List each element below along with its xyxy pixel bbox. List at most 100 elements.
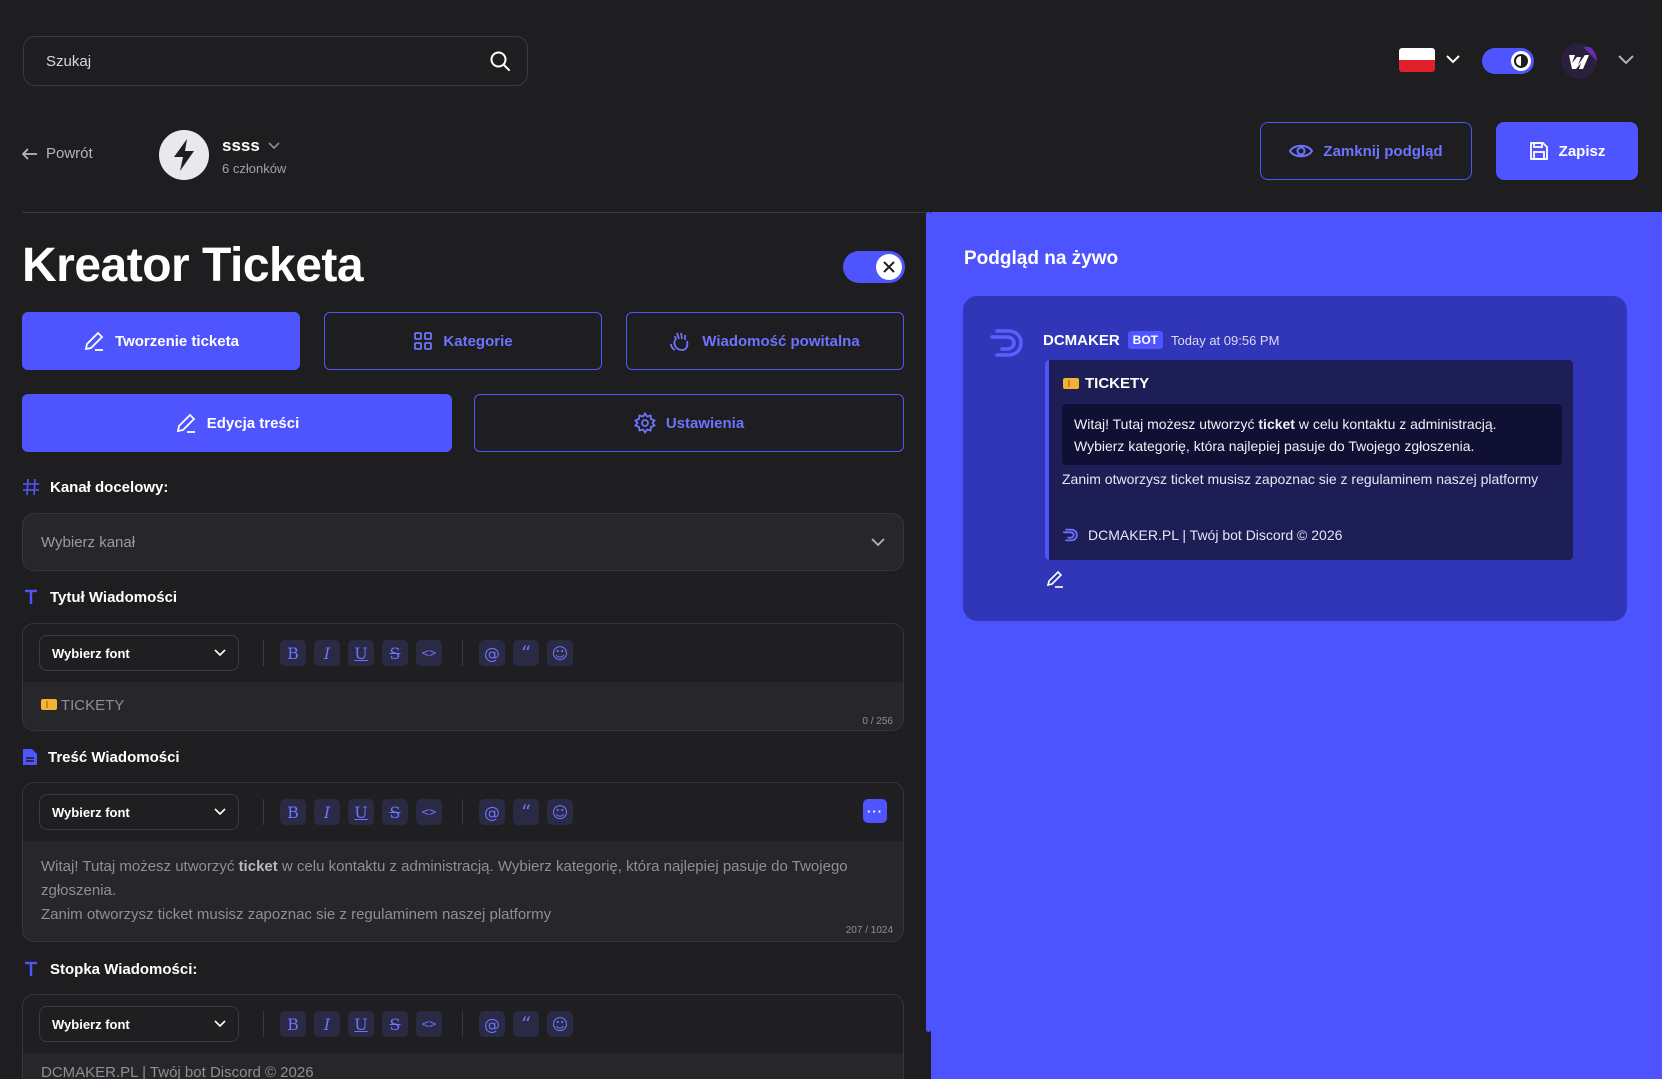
font-select[interactable]: Wybierz font xyxy=(39,794,239,830)
chevron-down-icon xyxy=(871,537,885,547)
search-input[interactable] xyxy=(46,37,466,85)
font-select[interactable]: Wybierz font xyxy=(39,1006,239,1042)
quote-button[interactable]: “ xyxy=(513,1011,539,1037)
italic-button[interactable]: I xyxy=(314,640,340,666)
underline-button[interactable]: U xyxy=(348,1011,374,1037)
tab-label: Tworzenie ticketa xyxy=(115,332,239,350)
chevron-down-icon[interactable] xyxy=(1445,53,1461,65)
embed-preview: TICKETY Witaj! Tutaj możesz utworzyć tic… xyxy=(1045,360,1573,560)
bold-button[interactable]: B xyxy=(280,1011,306,1037)
subtab-settings[interactable]: Ustawienia xyxy=(474,394,904,452)
save-button[interactable]: Zapisz xyxy=(1496,122,1638,180)
footer-section-label: Stopka Wiadomości: xyxy=(22,960,197,978)
eye-icon xyxy=(1289,142,1314,160)
title-input[interactable]: TICKETY 0 / 256 xyxy=(23,682,903,730)
content-line-1: Witaj! Tutaj możesz utworzyć ticket w ce… xyxy=(41,858,848,899)
text-t-icon xyxy=(22,960,40,978)
mention-button[interactable]: @ xyxy=(479,799,505,825)
lightning-icon xyxy=(171,138,197,172)
header-divider xyxy=(22,212,930,213)
dcmaker-logo-icon xyxy=(1062,526,1080,544)
quote-button[interactable]: “ xyxy=(513,640,539,666)
text-t-icon xyxy=(22,588,40,606)
settings-icon xyxy=(633,412,656,434)
theme-toggle[interactable] xyxy=(1482,48,1534,74)
strikethrough-button[interactable]: S xyxy=(382,799,408,825)
hash-icon xyxy=(22,478,40,496)
more-options-button[interactable]: ··· xyxy=(863,799,887,823)
tab-label: Wiadomość powitalna xyxy=(702,332,860,350)
close-preview-button[interactable]: Zamknij podgląd xyxy=(1260,122,1472,180)
tab-label: Edycja treści xyxy=(206,414,300,432)
code-button[interactable]: <> xyxy=(416,799,442,825)
chevron-down-icon[interactable] xyxy=(1617,53,1635,65)
embed-title: TICKETY xyxy=(1063,375,1149,392)
underline-button[interactable]: U xyxy=(348,640,374,666)
font-select[interactable]: Wybierz font xyxy=(39,635,239,671)
close-preview-label: Zamknij podgląd xyxy=(1323,142,1443,160)
footer-value: DCMAKER.PL | Twój bot Discord © 2026 xyxy=(41,1064,314,1079)
tab-label: Ustawienia xyxy=(665,414,745,432)
arrow-left-icon xyxy=(22,147,38,160)
embed-code-block: Witaj! Tutaj możesz utworzyć ticket w ce… xyxy=(1062,404,1562,465)
tab-welcome-message[interactable]: Wiadomość powitalna xyxy=(626,312,904,370)
save-icon xyxy=(1529,141,1549,161)
server-avatar xyxy=(159,130,209,180)
content-line-2: Zanim otworzysz ticket musisz zapoznac s… xyxy=(41,906,552,923)
pencil-icon[interactable] xyxy=(1046,570,1064,588)
strikethrough-button[interactable]: S xyxy=(382,1011,408,1037)
server-selector[interactable]: ssss xyxy=(222,136,280,156)
back-link[interactable]: Powrót xyxy=(22,145,93,162)
title-editor[interactable]: Wybierz font B I U S <> @ “ ☺ TICKETY 0 … xyxy=(22,623,904,731)
search-icon[interactable] xyxy=(489,50,511,72)
footer-editor[interactable]: Wybierz font B I U S <> @ “ ☺ DCMAKER.PL… xyxy=(22,994,904,1079)
bold-button[interactable]: B xyxy=(280,799,306,825)
emoji-button[interactable]: ☺ xyxy=(547,799,573,825)
bot-badge: BOT xyxy=(1127,331,1164,349)
tab-create-ticket[interactable]: Tworzenie ticketa xyxy=(22,312,300,370)
content-editor[interactable]: Wybierz font B I U S <> @ “ ☺ ··· Witaj!… xyxy=(22,782,904,942)
message-timestamp: Today at 09:56 PM xyxy=(1171,332,1280,348)
italic-button[interactable]: I xyxy=(314,1011,340,1037)
dcmaker-logo-icon xyxy=(988,323,1028,363)
formatting-toolbar: Wybierz font B I U S <> @ “ ☺ xyxy=(23,995,903,1053)
mention-button[interactable]: @ xyxy=(479,640,505,666)
preview-title: Podgląd na żywo xyxy=(964,248,1119,269)
server-name: ssss xyxy=(222,136,260,155)
channel-select-value: Wybierz kanał xyxy=(41,533,136,551)
mention-button[interactable]: @ xyxy=(479,1011,505,1037)
footer-input[interactable]: DCMAKER.PL | Twój bot Discord © 2026 xyxy=(23,1053,903,1079)
strikethrough-button[interactable]: S xyxy=(382,640,408,666)
theme-toggle-icon xyxy=(1511,51,1531,71)
bold-button[interactable]: B xyxy=(280,640,306,666)
language-flag-pl[interactable] xyxy=(1399,48,1435,72)
content-input[interactable]: Witaj! Tutaj możesz utworzyć ticket w ce… xyxy=(23,841,903,941)
code-button[interactable]: <> xyxy=(416,640,442,666)
quote-button[interactable]: “ xyxy=(513,799,539,825)
bot-header: DCMAKER BOT Today at 09:56 PM xyxy=(1043,331,1279,349)
underline-button[interactable]: U xyxy=(348,799,374,825)
search-box[interactable] xyxy=(23,36,528,86)
chevron-down-icon xyxy=(268,142,280,150)
channel-select[interactable]: Wybierz kanał xyxy=(22,513,904,571)
server-members: 6 członków xyxy=(222,161,287,176)
subtab-edit-content[interactable]: Edycja treści xyxy=(22,394,452,452)
bot-name: DCMAKER xyxy=(1043,331,1120,349)
ticket-icon xyxy=(1063,378,1079,389)
code-button[interactable]: <> xyxy=(416,1011,442,1037)
grid-icon xyxy=(413,331,433,351)
wave-hand-icon xyxy=(670,330,692,352)
italic-button[interactable]: I xyxy=(314,799,340,825)
emoji-button[interactable]: ☺ xyxy=(547,1011,573,1037)
content-section-label: Treść Wiadomości xyxy=(22,748,180,766)
emoji-button[interactable]: ☺ xyxy=(547,640,573,666)
formatting-toolbar: Wybierz font B I U S <> @ “ ☺ xyxy=(23,624,903,682)
user-avatar[interactable] xyxy=(1561,43,1597,79)
tab-label: Kategorie xyxy=(443,332,513,350)
content-counter: 207 / 1024 xyxy=(845,925,893,936)
title-section-label: Tytuł Wiadomości xyxy=(22,588,177,606)
preview-toggle[interactable] xyxy=(843,251,905,283)
pencil-icon xyxy=(175,412,197,434)
back-label: Powrót xyxy=(46,145,93,162)
tab-categories[interactable]: Kategorie xyxy=(324,312,602,370)
